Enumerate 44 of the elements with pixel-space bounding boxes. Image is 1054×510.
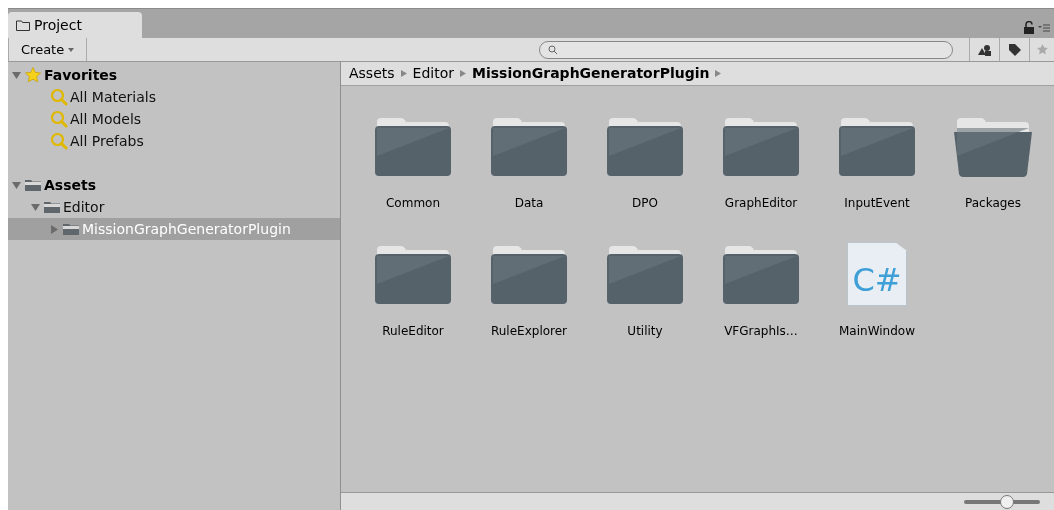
tree-item[interactable]: Favorites	[8, 64, 340, 86]
asset-label[interactable]: Packages	[965, 194, 1021, 212]
tree-item[interactable]: Editor	[8, 196, 340, 218]
tree-item[interactable]: All Materials	[8, 86, 340, 108]
tree-item[interactable]: All Prefabs	[8, 130, 340, 152]
folder-icon	[24, 178, 42, 192]
breadcrumb-separator-icon	[400, 70, 407, 77]
breadcrumb-item[interactable]: MissionGraphGeneratorPlugin	[472, 63, 710, 84]
asset-label[interactable]: DPO	[632, 194, 658, 212]
shapes-icon	[977, 43, 992, 56]
breadcrumb-separator-icon	[460, 70, 466, 77]
asset-label[interactable]: RuleExplorer	[490, 322, 568, 340]
tree-item[interactable]: All Models	[8, 108, 340, 130]
search-icon	[50, 88, 68, 106]
asset-label[interactable]: Utility	[627, 322, 663, 340]
search-field[interactable]	[539, 40, 953, 59]
asset-label[interactable]: Data	[514, 194, 544, 212]
breadcrumb-separator-icon	[715, 70, 722, 77]
asset-label[interactable]: VFGraphIs…	[724, 322, 798, 340]
breadcrumb-item[interactable]: Editor	[412, 63, 454, 84]
search-icon	[50, 110, 68, 128]
zoom-slider[interactable]	[964, 494, 1040, 509]
folder-icon	[16, 19, 30, 31]
caret-icon	[68, 47, 75, 52]
tag-icon	[1007, 42, 1022, 57]
project-tab[interactable]: Project	[8, 12, 142, 38]
disclosure-icon[interactable]	[12, 70, 21, 80]
search-icon	[548, 44, 558, 55]
asset-label[interactable]: RuleEditor	[382, 322, 444, 340]
asset-label[interactable]: MainWindow	[839, 322, 915, 340]
lock-icon[interactable]	[1024, 21, 1034, 34]
star-icon	[24, 66, 42, 84]
breadcrumb-item[interactable]: Assets	[349, 63, 395, 84]
star-icon	[1035, 43, 1049, 56]
asset-label[interactable]: Common	[385, 194, 440, 212]
folder-icon	[43, 200, 61, 214]
asset-label[interactable]: GraphEditor	[724, 194, 798, 212]
tree-item[interactable]: Assets	[8, 174, 340, 196]
disclosure-icon[interactable]	[31, 202, 40, 212]
search-icon	[50, 132, 68, 150]
folder-icon	[62, 222, 80, 236]
create-button[interactable]: Create	[8, 38, 88, 61]
asset-label[interactable]: InputEvent	[844, 194, 910, 212]
disclosure-icon[interactable]	[12, 180, 21, 190]
